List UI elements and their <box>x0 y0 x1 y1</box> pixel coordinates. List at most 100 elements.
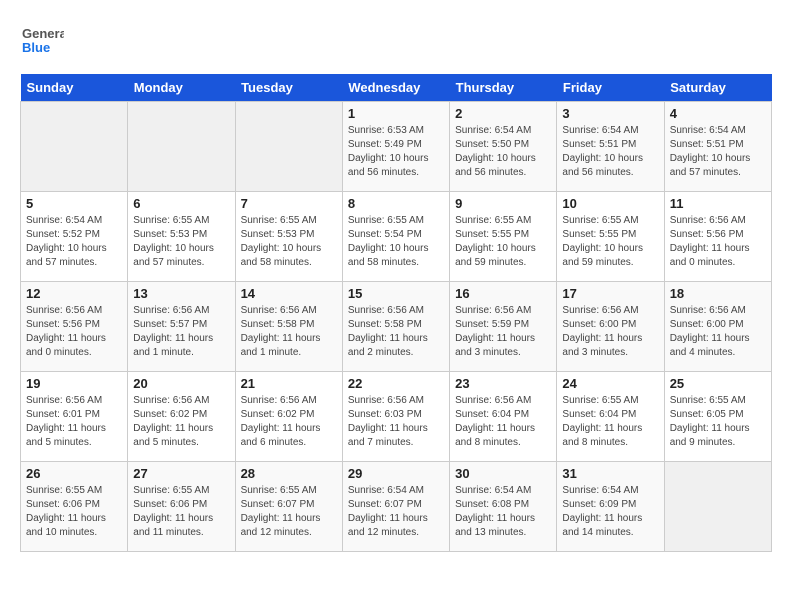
day-of-week-header: Sunday <box>21 74 128 102</box>
calendar-day-cell: 19Sunrise: 6:56 AM Sunset: 6:01 PM Dayli… <box>21 372 128 462</box>
calendar-day-cell <box>128 102 235 192</box>
calendar-day-cell: 13 Sunrise: 6:56 AM Sunset: 5:57 PM Dayli… <box>128 282 235 372</box>
day-info: Sunrise: 6:56 AM Sunset: 6:00 PM Dayligh… <box>670 304 766 360</box>
calendar-header-row: SundayMondayTuesdayWednesdayThursdayFrid… <box>21 74 772 102</box>
calendar-day-cell: 29 Sunrise: 6:54 AM Sunset: 6:07 PM Dayli… <box>342 462 449 552</box>
calendar-day-cell: 17Sunrise: 6:56 AM Sunset: 6:00 PM Dayli… <box>557 282 664 372</box>
calendar-day-cell: 25Sunrise: 6:55 AM Sunset: 6:05 PM Dayli… <box>664 372 771 462</box>
calendar-day-cell: 1 Sunrise: 6:53 AM Sunset: 5:49 PM Daylig… <box>342 102 449 192</box>
calendar-day-cell: 30Sunrise: 6:54 AM Sunset: 6:08 PM Dayli… <box>450 462 557 552</box>
svg-text:General: General <box>22 26 64 41</box>
day-number: 13 <box>133 286 229 301</box>
day-info: Sunrise: 6:54 AM Sunset: 6:09 PM Dayligh… <box>562 484 658 540</box>
day-number: 31 <box>562 466 658 481</box>
day-info: Sunrise: 6:55 AM Sunset: 6:07 PM Dayligh… <box>241 484 337 540</box>
calendar-day-cell: 12 Sunrise: 6:56 AM Sunset: 5:56 PM Dayli… <box>21 282 128 372</box>
day-number: 23 <box>455 376 551 391</box>
calendar-day-cell <box>235 102 342 192</box>
day-number: 29 <box>348 466 444 481</box>
calendar-day-cell: 7 Sunrise: 6:55 AM Sunset: 5:53 PM Daylig… <box>235 192 342 282</box>
day-number: 14 <box>241 286 337 301</box>
day-number: 15 <box>348 286 444 301</box>
calendar-day-cell: 18 Sunrise: 6:56 AM Sunset: 6:00 PM Dayli… <box>664 282 771 372</box>
calendar-day-cell: 6 Sunrise: 6:55 AM Sunset: 5:53 PM Daylig… <box>128 192 235 282</box>
day-info: Sunrise: 6:55 AM Sunset: 6:06 PM Dayligh… <box>26 484 122 540</box>
day-of-week-header: Monday <box>128 74 235 102</box>
header: General Blue <box>20 20 772 64</box>
calendar-day-cell: 28 Sunrise: 6:55 AM Sunset: 6:07 PM Dayli… <box>235 462 342 552</box>
calendar-week-row: 19Sunrise: 6:56 AM Sunset: 6:01 PM Dayli… <box>21 372 772 462</box>
calendar-day-cell: 26 Sunrise: 6:55 AM Sunset: 6:06 PM Dayli… <box>21 462 128 552</box>
day-number: 9 <box>455 196 551 211</box>
day-number: 10 <box>562 196 658 211</box>
day-number: 27 <box>133 466 229 481</box>
calendar-day-cell: 10 Sunrise: 6:55 AM Sunset: 5:55 PM Dayli… <box>557 192 664 282</box>
day-info: Sunrise: 6:56 AM Sunset: 6:02 PM Dayligh… <box>133 394 229 450</box>
day-info: Sunrise: 6:56 AM Sunset: 6:03 PM Dayligh… <box>348 394 444 450</box>
day-number: 18 <box>670 286 766 301</box>
day-info: Sunrise: 6:55 AM Sunset: 6:06 PM Dayligh… <box>133 484 229 540</box>
day-info: Sunrise: 6:54 AM Sunset: 6:07 PM Dayligh… <box>348 484 444 540</box>
day-of-week-header: Saturday <box>664 74 771 102</box>
calendar-day-cell: 8 Sunrise: 6:55 AM Sunset: 5:54 PM Daylig… <box>342 192 449 282</box>
day-info: Sunrise: 6:55 AM Sunset: 6:05 PM Dayligh… <box>670 394 766 450</box>
day-number: 5 <box>26 196 122 211</box>
calendar-day-cell: 9 Sunrise: 6:55 AM Sunset: 5:55 PM Daylig… <box>450 192 557 282</box>
calendar-day-cell: 16Sunrise: 6:56 AM Sunset: 5:59 PM Dayli… <box>450 282 557 372</box>
day-info: Sunrise: 6:56 AM Sunset: 5:56 PM Dayligh… <box>26 304 122 360</box>
day-number: 28 <box>241 466 337 481</box>
calendar-day-cell: 27 Sunrise: 6:55 AM Sunset: 6:06 PM Dayli… <box>128 462 235 552</box>
calendar-day-cell: 21Sunrise: 6:56 AM Sunset: 6:02 PM Dayli… <box>235 372 342 462</box>
day-number: 3 <box>562 106 658 121</box>
day-number: 20 <box>133 376 229 391</box>
day-of-week-header: Friday <box>557 74 664 102</box>
day-info: Sunrise: 6:56 AM Sunset: 6:04 PM Dayligh… <box>455 394 551 450</box>
calendar-week-row: 5 Sunrise: 6:54 AM Sunset: 5:52 PM Daylig… <box>21 192 772 282</box>
calendar-day-cell: 24 Sunrise: 6:55 AM Sunset: 6:04 PM Dayli… <box>557 372 664 462</box>
calendar-day-cell: 20 Sunrise: 6:56 AM Sunset: 6:02 PM Dayli… <box>128 372 235 462</box>
calendar-day-cell: 4 Sunrise: 6:54 AM Sunset: 5:51 PM Daylig… <box>664 102 771 192</box>
day-number: 26 <box>26 466 122 481</box>
calendar-day-cell: 23 Sunrise: 6:56 AM Sunset: 6:04 PM Dayli… <box>450 372 557 462</box>
day-number: 12 <box>26 286 122 301</box>
day-info: Sunrise: 6:56 AM Sunset: 5:58 PM Dayligh… <box>241 304 337 360</box>
svg-text:Blue: Blue <box>22 40 50 55</box>
day-number: 8 <box>348 196 444 211</box>
logo-svg: General Blue <box>20 20 64 64</box>
day-number: 7 <box>241 196 337 211</box>
calendar-table: SundayMondayTuesdayWednesdayThursdayFrid… <box>20 74 772 552</box>
day-of-week-header: Wednesday <box>342 74 449 102</box>
day-number: 11 <box>670 196 766 211</box>
day-info: Sunrise: 6:55 AM Sunset: 6:04 PM Dayligh… <box>562 394 658 450</box>
day-info: Sunrise: 6:54 AM Sunset: 5:52 PM Dayligh… <box>26 214 122 270</box>
calendar-day-cell: 5 Sunrise: 6:54 AM Sunset: 5:52 PM Daylig… <box>21 192 128 282</box>
day-info: Sunrise: 6:54 AM Sunset: 5:50 PM Dayligh… <box>455 124 551 180</box>
calendar-day-cell: 2Sunrise: 6:54 AM Sunset: 5:50 PM Daylig… <box>450 102 557 192</box>
calendar-day-cell: 11 Sunrise: 6:56 AM Sunset: 5:56 PM Dayli… <box>664 192 771 282</box>
day-info: Sunrise: 6:55 AM Sunset: 5:54 PM Dayligh… <box>348 214 444 270</box>
day-number: 19 <box>26 376 122 391</box>
calendar-day-cell: 15Sunrise: 6:56 AM Sunset: 5:58 PM Dayli… <box>342 282 449 372</box>
calendar-week-row: 26 Sunrise: 6:55 AM Sunset: 6:06 PM Dayli… <box>21 462 772 552</box>
day-of-week-header: Thursday <box>450 74 557 102</box>
day-info: Sunrise: 6:55 AM Sunset: 5:55 PM Dayligh… <box>562 214 658 270</box>
day-info: Sunrise: 6:56 AM Sunset: 5:56 PM Dayligh… <box>670 214 766 270</box>
calendar-day-cell <box>21 102 128 192</box>
day-number: 21 <box>241 376 337 391</box>
day-number: 24 <box>562 376 658 391</box>
day-info: Sunrise: 6:55 AM Sunset: 5:55 PM Dayligh… <box>455 214 551 270</box>
calendar-day-cell: 3Sunrise: 6:54 AM Sunset: 5:51 PM Daylig… <box>557 102 664 192</box>
calendar-day-cell: 31 Sunrise: 6:54 AM Sunset: 6:09 PM Dayli… <box>557 462 664 552</box>
day-info: Sunrise: 6:54 AM Sunset: 5:51 PM Dayligh… <box>670 124 766 180</box>
day-number: 4 <box>670 106 766 121</box>
day-number: 6 <box>133 196 229 211</box>
day-info: Sunrise: 6:55 AM Sunset: 5:53 PM Dayligh… <box>241 214 337 270</box>
day-info: Sunrise: 6:53 AM Sunset: 5:49 PM Dayligh… <box>348 124 444 180</box>
day-info: Sunrise: 6:55 AM Sunset: 5:53 PM Dayligh… <box>133 214 229 270</box>
logo: General Blue <box>20 20 64 64</box>
day-info: Sunrise: 6:56 AM Sunset: 6:00 PM Dayligh… <box>562 304 658 360</box>
day-info: Sunrise: 6:56 AM Sunset: 5:57 PM Dayligh… <box>133 304 229 360</box>
calendar-week-row: 12 Sunrise: 6:56 AM Sunset: 5:56 PM Dayli… <box>21 282 772 372</box>
day-number: 1 <box>348 106 444 121</box>
calendar-day-cell: 22Sunrise: 6:56 AM Sunset: 6:03 PM Dayli… <box>342 372 449 462</box>
